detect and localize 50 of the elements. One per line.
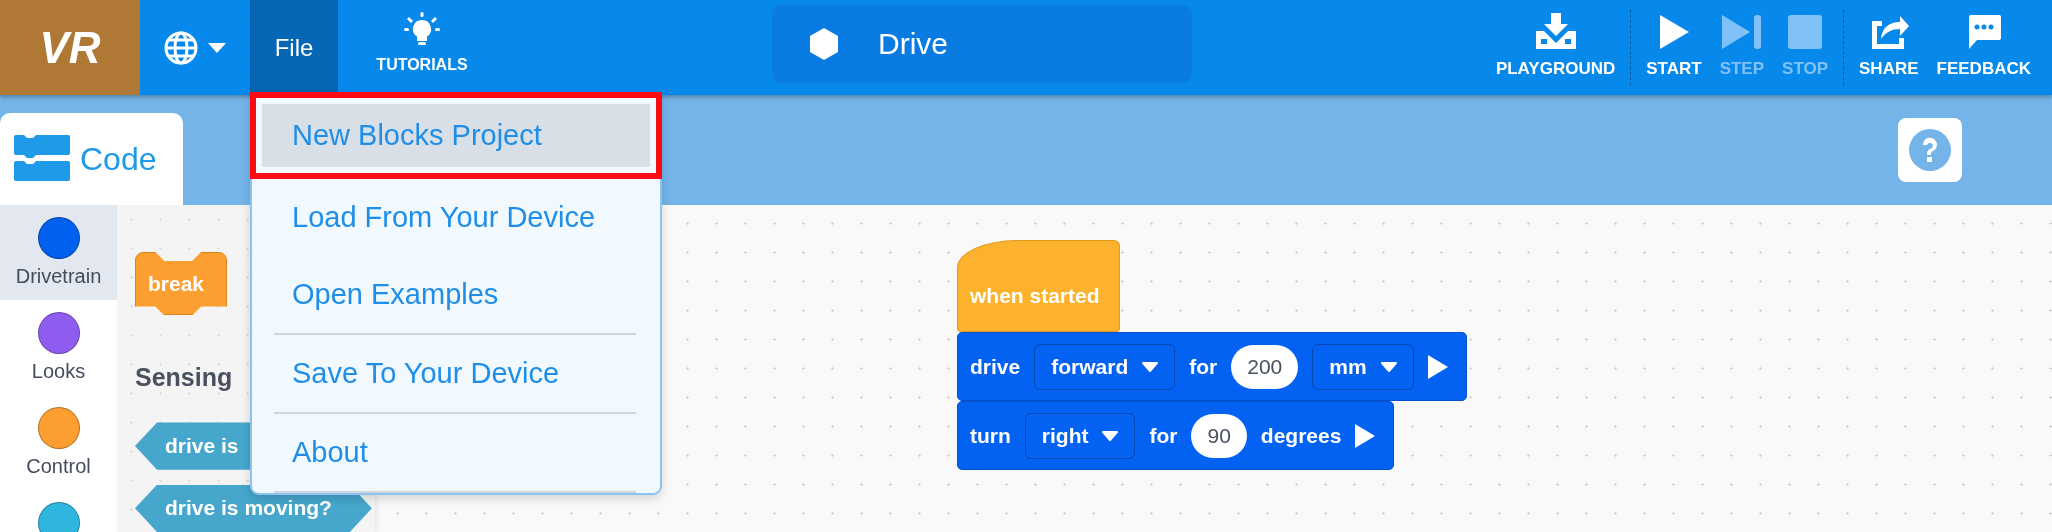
start-button[interactable]: START <box>1637 0 1711 95</box>
globe-icon <box>164 30 198 65</box>
playground-button[interactable]: PLAYGROUND <box>1486 0 1625 95</box>
logo[interactable]: VR <box>0 0 140 95</box>
code-blocks-icon <box>14 135 70 183</box>
play-icon <box>1355 423 1376 448</box>
menu-item[interactable]: Open Examples <box>252 256 660 333</box>
caret-icon <box>1102 430 1119 441</box>
menu-item[interactable]: Load From Your Device <box>252 179 660 256</box>
category-item[interactable]: Control <box>0 395 117 490</box>
block-dropdown[interactable]: right <box>1024 412 1136 459</box>
share-button[interactable]: SHARE <box>1850 0 1928 95</box>
tutorials-button[interactable]: TUTORIALS <box>352 0 492 95</box>
caret-icon <box>208 42 226 53</box>
command-block[interactable]: drive forward for 200 mm <box>957 332 1467 401</box>
caret-icon <box>1142 361 1159 372</box>
play-icon <box>1427 354 1448 379</box>
code-tab[interactable]: Code <box>0 113 183 205</box>
lightbulb-icon <box>404 12 440 48</box>
section-heading: Sensing <box>135 363 233 393</box>
hexagon-icon <box>810 28 838 60</box>
play-icon <box>1658 15 1689 49</box>
project-name: Drive <box>878 27 948 61</box>
block-dropdown[interactable]: mm <box>1312 343 1414 390</box>
help-icon <box>1909 129 1951 171</box>
block-label: for <box>1189 354 1218 379</box>
category-item[interactable]: Drivetrain <box>0 205 117 300</box>
category-label: Control <box>26 455 91 478</box>
block-label: turn <box>970 423 1011 448</box>
feedback-button[interactable]: FEEDBACK <box>1927 0 2040 95</box>
file-menu-button[interactable]: File <box>250 0 338 95</box>
category-item[interactable]: Looks <box>0 300 117 395</box>
number-input[interactable]: 200 <box>1231 344 1299 389</box>
block-dropdown[interactable]: forward <box>1034 343 1176 390</box>
command-block[interactable]: turn right for 90 degrees <box>957 401 1395 470</box>
step-forward-icon <box>1721 15 1762 49</box>
speech-bubble-icon <box>1966 15 2001 49</box>
stop-icon <box>1788 15 1823 49</box>
block-label: drive <box>970 354 1021 379</box>
number-input[interactable]: 90 <box>1191 413 1247 458</box>
category-label: Looks <box>31 360 86 383</box>
menu-item[interactable]: Save To Your Device <box>252 335 660 412</box>
menu-item[interactable]: New Blocks Project <box>250 92 662 179</box>
block-label: degrees <box>1260 423 1342 448</box>
break-block[interactable]: break <box>135 252 227 316</box>
block-label: for <box>1149 423 1178 448</box>
download-tray-icon <box>1535 13 1576 49</box>
help-button[interactable] <box>1898 118 1962 182</box>
caret-icon <box>1380 361 1397 372</box>
category-label: Drivetrain <box>15 265 102 288</box>
